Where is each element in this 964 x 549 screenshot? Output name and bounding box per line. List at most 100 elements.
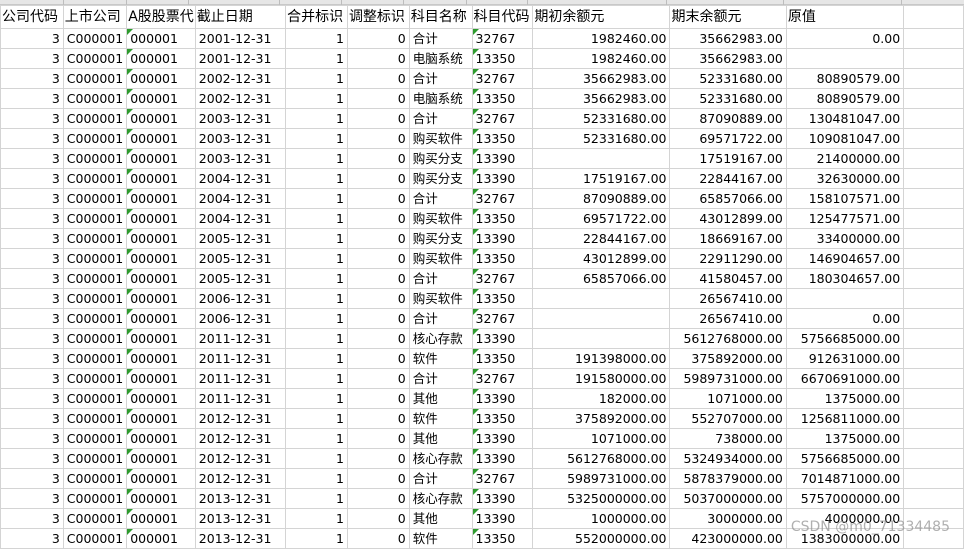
- cell-a-share-code[interactable]: 000001: [126, 128, 196, 149]
- cell-closing-balance[interactable]: 26567410.00: [669, 308, 787, 329]
- empty-cell[interactable]: [903, 128, 964, 149]
- cell-a-share-code[interactable]: 000001: [126, 328, 196, 349]
- header-closing-balance[interactable]: 期末余额元: [669, 5, 787, 29]
- cell-account-code[interactable]: 13390: [471, 508, 534, 529]
- cell-end-date[interactable]: 2002-12-31: [194, 68, 287, 89]
- cell-original-value[interactable]: 1256811000.00: [785, 408, 905, 429]
- cell-consolidated-flag[interactable]: 1: [285, 368, 348, 389]
- cell-a-share-code[interactable]: 000001: [126, 188, 196, 209]
- cell-adjusted-flag[interactable]: 0: [346, 348, 410, 369]
- empty-cell[interactable]: [903, 428, 964, 449]
- cell-opening-balance[interactable]: 1982460.00: [532, 28, 671, 49]
- cell-end-date[interactable]: 2001-12-31: [194, 28, 287, 49]
- cell-listed-company[interactable]: C000001: [62, 528, 128, 549]
- cell-company-code[interactable]: 3: [0, 248, 64, 269]
- cell-a-share-code[interactable]: 000001: [126, 308, 196, 329]
- cell-opening-balance[interactable]: [532, 328, 671, 349]
- cell-account-name[interactable]: 其他: [408, 428, 473, 449]
- cell-opening-balance[interactable]: 5612768000.00: [532, 448, 671, 469]
- cell-end-date[interactable]: 2003-12-31: [194, 148, 287, 169]
- cell-listed-company[interactable]: C000001: [62, 348, 128, 369]
- header-adjusted-flag[interactable]: 调整标识: [346, 5, 410, 29]
- cell-listed-company[interactable]: C000001: [62, 408, 128, 429]
- cell-a-share-code[interactable]: 000001: [126, 68, 196, 89]
- cell-opening-balance[interactable]: 182000.00: [532, 388, 671, 409]
- cell-account-code[interactable]: 32767: [471, 108, 534, 129]
- cell-opening-balance[interactable]: 52331680.00: [532, 108, 671, 129]
- cell-end-date[interactable]: 2004-12-31: [194, 188, 287, 209]
- cell-closing-balance[interactable]: 65857066.00: [669, 188, 787, 209]
- cell-account-name[interactable]: 软件: [408, 408, 473, 429]
- cell-end-date[interactable]: 2006-12-31: [194, 288, 287, 309]
- cell-adjusted-flag[interactable]: 0: [346, 208, 410, 229]
- cell-adjusted-flag[interactable]: 0: [346, 328, 410, 349]
- cell-a-share-code[interactable]: 000001: [126, 28, 196, 49]
- cell-end-date[interactable]: 2004-12-31: [194, 208, 287, 229]
- cell-end-date[interactable]: 2011-12-31: [194, 388, 287, 409]
- cell-listed-company[interactable]: C000001: [62, 108, 128, 129]
- empty-cell[interactable]: [903, 408, 964, 429]
- cell-company-code[interactable]: 3: [0, 128, 64, 149]
- cell-original-value[interactable]: 109081047.00: [785, 128, 905, 149]
- cell-a-share-code[interactable]: 000001: [126, 488, 196, 509]
- cell-company-code[interactable]: 3: [0, 448, 64, 469]
- cell-a-share-code[interactable]: 000001: [126, 528, 196, 549]
- cell-opening-balance[interactable]: [532, 308, 671, 329]
- cell-consolidated-flag[interactable]: 1: [285, 148, 348, 169]
- cell-closing-balance[interactable]: 375892000.00: [669, 348, 787, 369]
- cell-listed-company[interactable]: C000001: [62, 248, 128, 269]
- cell-listed-company[interactable]: C000001: [62, 328, 128, 349]
- cell-consolidated-flag[interactable]: 1: [285, 348, 348, 369]
- cell-adjusted-flag[interactable]: 0: [346, 528, 410, 549]
- cell-account-name[interactable]: 软件: [408, 528, 473, 549]
- cell-end-date[interactable]: 2002-12-31: [194, 88, 287, 109]
- cell-a-share-code[interactable]: 000001: [126, 428, 196, 449]
- cell-adjusted-flag[interactable]: 0: [346, 168, 410, 189]
- cell-account-code[interactable]: 13390: [471, 328, 534, 349]
- cell-account-name[interactable]: 合计: [408, 108, 473, 129]
- cell-listed-company[interactable]: C000001: [62, 508, 128, 529]
- cell-account-name[interactable]: 合计: [408, 308, 473, 329]
- cell-original-value[interactable]: 1375000.00: [785, 428, 905, 449]
- cell-adjusted-flag[interactable]: 0: [346, 228, 410, 249]
- cell-listed-company[interactable]: C000001: [62, 428, 128, 449]
- cell-consolidated-flag[interactable]: 1: [285, 328, 348, 349]
- header-account-name[interactable]: 科目名称: [408, 5, 473, 29]
- cell-closing-balance[interactable]: 738000.00: [669, 428, 787, 449]
- cell-company-code[interactable]: 3: [0, 108, 64, 129]
- cell-end-date[interactable]: 2003-12-31: [194, 128, 287, 149]
- cell-a-share-code[interactable]: 000001: [126, 48, 196, 69]
- cell-account-name[interactable]: 核心存款: [408, 488, 473, 509]
- cell-adjusted-flag[interactable]: 0: [346, 488, 410, 509]
- cell-account-code[interactable]: 13390: [471, 148, 534, 169]
- cell-consolidated-flag[interactable]: 1: [285, 268, 348, 289]
- cell-account-name[interactable]: 其他: [408, 388, 473, 409]
- cell-company-code[interactable]: 3: [0, 88, 64, 109]
- cell-original-value[interactable]: 130481047.00: [785, 108, 905, 129]
- empty-cell[interactable]: [903, 228, 964, 249]
- cell-account-code[interactable]: 13350: [471, 208, 534, 229]
- cell-closing-balance[interactable]: 43012899.00: [669, 208, 787, 229]
- cell-opening-balance[interactable]: 35662983.00: [532, 88, 671, 109]
- cell-consolidated-flag[interactable]: 1: [285, 108, 348, 129]
- header-original-value[interactable]: 原值: [785, 5, 905, 29]
- cell-company-code[interactable]: 3: [0, 68, 64, 89]
- empty-cell[interactable]: [903, 5, 964, 29]
- header-account-code[interactable]: 科目代码: [471, 5, 534, 29]
- cell-adjusted-flag[interactable]: 0: [346, 388, 410, 409]
- cell-adjusted-flag[interactable]: 0: [346, 308, 410, 329]
- cell-account-code[interactable]: 13390: [471, 168, 534, 189]
- cell-listed-company[interactable]: C000001: [62, 128, 128, 149]
- cell-account-name[interactable]: 合计: [408, 28, 473, 49]
- cell-opening-balance[interactable]: 69571722.00: [532, 208, 671, 229]
- cell-opening-balance[interactable]: 1000000.00: [532, 508, 671, 529]
- cell-account-code[interactable]: 13390: [471, 228, 534, 249]
- cell-original-value[interactable]: [785, 48, 905, 69]
- cell-end-date[interactable]: 2013-12-31: [194, 488, 287, 509]
- cell-company-code[interactable]: 3: [0, 208, 64, 229]
- cell-account-code[interactable]: 32767: [471, 468, 534, 489]
- cell-closing-balance[interactable]: 552707000.00: [669, 408, 787, 429]
- cell-a-share-code[interactable]: 000001: [126, 508, 196, 529]
- cell-listed-company[interactable]: C000001: [62, 488, 128, 509]
- cell-closing-balance[interactable]: 5989731000.00: [669, 368, 787, 389]
